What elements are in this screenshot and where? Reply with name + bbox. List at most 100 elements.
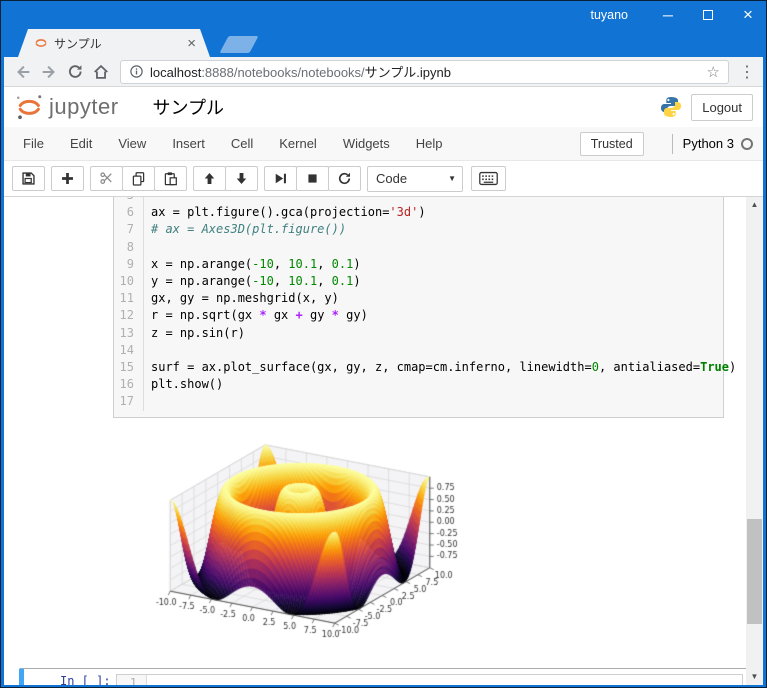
line-number: 15 [114,359,144,377]
code-line: 16 plt.show() [114,376,723,394]
scrollbar-thumb[interactable] [747,519,762,624]
code-line: 12 r = np.sqrt(gx * gx + gy * gy) [114,307,723,325]
move-up-button[interactable] [193,166,226,191]
chevron-down-icon: ▼ [448,174,456,183]
insert-below-icon [62,173,73,184]
line-number: 1 [117,675,147,685]
interrupt-icon [308,174,317,183]
move-up-icon [204,173,215,184]
kernel-status-icon [741,137,753,150]
forward-icon[interactable] [36,60,62,84]
cell-type-select[interactable]: Code ▼ [367,165,463,192]
copy-icon [132,172,145,186]
paste-button[interactable] [154,166,187,191]
line-number: 7 [114,221,144,239]
profile-username: tuyano [590,8,628,22]
line-number: 10 [114,273,144,291]
menu-widgets[interactable]: Widgets [330,127,403,161]
line-number: 14 [114,341,144,360]
home-icon[interactable] [88,60,114,84]
line-number: 17 [114,393,144,411]
tab-close-icon[interactable]: × [187,36,196,51]
interrupt-button[interactable] [296,166,329,191]
menu-help[interactable]: Help [403,127,456,161]
scroll-down-icon[interactable]: ▼ [746,669,763,685]
code-line: 9x = np.arange(-10, 10.1, 0.1) [114,255,723,274]
code-line: 10 y = np.arange(-10, 10.1, 0.1) [114,273,723,291]
address-bar: localhost:8888/notebooks/notebooks/サンプル.… [4,57,763,87]
run-button[interactable] [264,166,297,191]
code-line: 15 surf = ax.plot_surface(gx, gy, z, cmap… [114,359,736,377]
menubar: File Edit View Insert Cell Kernel Widget… [4,127,763,161]
menu-file[interactable]: File [10,127,57,161]
menu-cell[interactable]: Cell [218,127,266,161]
move-down-icon [236,173,247,184]
surface-plot-output [150,434,485,662]
jupyter-header: jupyter サンプル Logout [4,87,763,127]
scrollbar[interactable]: ▲ ▼ [746,197,763,685]
logout-button[interactable]: Logout [691,93,753,121]
menu-view[interactable]: View [105,127,159,161]
new-tab-button[interactable] [219,36,259,53]
cell-input[interactable]: 1 [116,674,743,685]
line-number: 6 [114,204,144,222]
menu-kernel[interactable]: Kernel [266,127,330,161]
cut-button[interactable] [90,166,123,191]
line-number: 13 [114,324,144,342]
scroll-up-icon[interactable]: ▲ [746,197,763,213]
close-icon[interactable]: × [741,6,755,23]
empty-cell-selected[interactable]: In [ ]: 1 [19,668,748,685]
copy-button[interactable] [122,166,155,191]
cell-prompt: In [ ]: [60,674,111,685]
tab-strip: サンプル × [4,29,763,57]
kernel-divider [671,133,673,154]
code-line: 13 z = np.sin(r) [114,324,723,342]
run-icon [275,173,286,184]
code-line: 17 [114,393,723,411]
reload-icon[interactable] [62,60,88,84]
bookmark-star-icon[interactable]: ☆ [707,63,720,81]
notebook-title[interactable]: サンプル [153,94,224,120]
url-text: localhost:8888/notebooks/notebooks/サンプル.… [150,65,451,80]
code-cell[interactable]: 56ax = plt.figure().gca(projection='3d')… [113,197,736,418]
tab-title: サンプル [54,36,102,51]
move-down-button[interactable] [225,166,258,191]
back-icon[interactable] [10,60,36,84]
line-number: 12 [114,307,144,325]
code-line: 7 # ax = Axes3D(plt.figure()) [114,221,723,239]
menu-insert[interactable]: Insert [159,127,218,161]
save-button[interactable] [12,166,45,191]
code-line: 8 [114,238,723,256]
jupyter-wordmark[interactable]: jupyter [49,94,119,120]
code-line: 5 [114,197,723,205]
trusted-badge[interactable]: Trusted [579,131,644,156]
restart-button[interactable] [328,166,361,191]
jupyter-favicon-icon [35,39,47,47]
line-number: 5 [114,197,144,205]
window-controls: ─ × [661,1,755,29]
python-logo-icon [661,97,682,117]
minimize-icon[interactable]: ─ [661,8,675,22]
restart-icon [338,172,351,185]
line-number: 8 [114,238,144,256]
browser-tab[interactable]: サンプル × [18,29,210,57]
code-line: 11 gx, gy = np.meshgrid(x, y) [114,290,723,308]
keyboard-icon [479,171,498,186]
browser-menu-icon[interactable]: ⋮ [737,62,757,82]
maximize-icon[interactable] [701,8,715,22]
code-line: 14 [114,341,723,360]
jupyter-logo-icon [17,95,42,120]
insert-below-button[interactable] [51,166,84,191]
command-palette-button[interactable] [471,166,506,191]
toolbar: Code ▼ [4,161,763,197]
jupyter-page: jupyter サンプル Logout File Edit View Inser… [4,87,763,685]
line-number: 9 [114,255,144,274]
info-icon [130,65,143,78]
save-icon [22,172,35,185]
line-number: 11 [114,290,144,308]
menu-edit[interactable]: Edit [57,127,105,161]
notebook-area: 56ax = plt.figure().gca(projection='3d')… [4,197,763,685]
url-input[interactable]: localhost:8888/notebooks/notebooks/サンプル.… [120,59,729,84]
titlebar: tuyano ─ × [4,1,763,29]
code-line: 6 ax = plt.figure().gca(projection='3d') [114,204,723,222]
